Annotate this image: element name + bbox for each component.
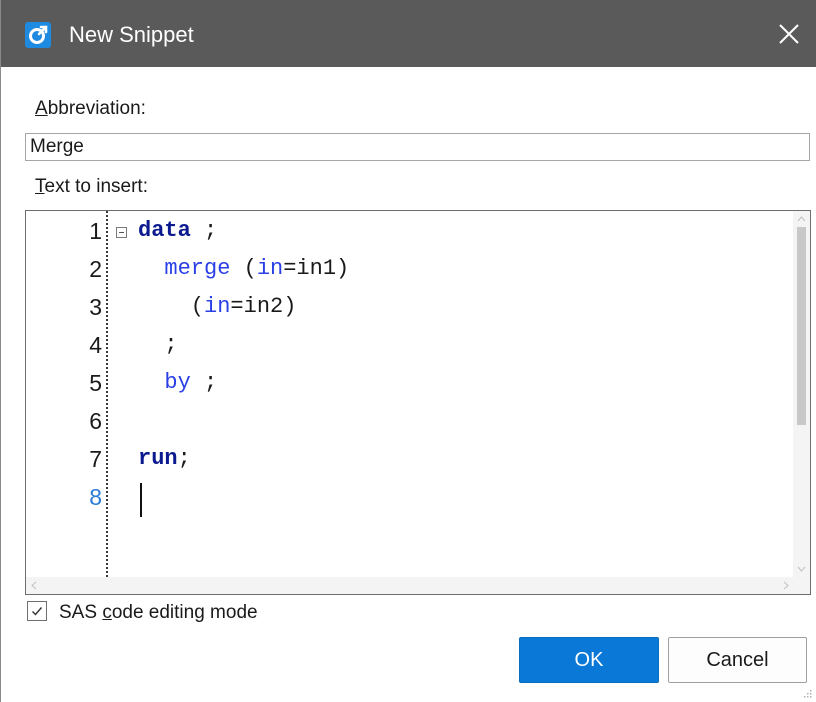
code-text: =in1) [283,256,350,281]
cancel-button[interactable]: Cancel [668,637,807,683]
code-line-1: data ; [138,213,217,249]
line-number-gutter: 1 2 3 4 5 6 7 8 [26,211,108,577]
line-number: 2 [89,256,102,282]
code-keyword: merge [164,256,231,281]
window-title: New Snippet [69,22,194,47]
new-snippet-dialog: New Snippet Abbreviation: Text to insert… [0,0,816,702]
title-bar[interactable]: New Snippet [1,0,816,67]
code-text: ( [138,294,205,319]
line-number: 4 [89,332,102,358]
text-to-insert-label: Text to insert: [35,176,148,197]
code-keyword: in [204,294,231,319]
code-editor[interactable]: 1 2 3 4 5 6 7 8 data ; merge (in=in1) (i… [25,210,811,595]
line-number: 7 [89,446,102,472]
code-line-7: run; [138,441,191,477]
code-line-4: ; [138,327,178,363]
code-text: =in2) [230,294,297,319]
line-number-active: 8 [89,484,102,510]
vertical-scroll-thumb[interactable] [797,227,806,425]
code-line-2: merge (in=in1) [138,251,349,287]
code-text: ; [190,370,218,395]
line-number: 6 [89,408,102,434]
scroll-right-icon[interactable] [778,577,794,594]
resize-grip-icon[interactable] [802,688,812,698]
code-keyword: data [138,218,191,243]
close-button[interactable] [761,0,816,67]
code-line-3: (in=in2) [138,289,297,325]
code-line-5: by ; [138,365,217,401]
text-caret [140,483,142,517]
code-text: ( [230,256,257,281]
code-text: ; [177,446,191,471]
line-number: 1 [89,218,102,244]
code-keyword: by [164,370,191,395]
vertical-scrollbar[interactable] [793,211,810,577]
sas-code-editing-label[interactable]: SAS code editing mode [59,602,258,624]
ok-button[interactable]: OK [519,637,659,683]
checkmark-icon [32,607,43,616]
code-text: ; [190,218,218,243]
scrollbar-corner [793,577,810,594]
code-text: ; [138,332,178,357]
horizontal-scrollbar[interactable] [26,577,794,594]
scroll-down-icon[interactable] [793,561,810,577]
scroll-up-icon[interactable] [793,211,810,227]
line-number: 3 [89,294,102,320]
close-icon [779,24,799,44]
abbreviation-input[interactable] [25,133,810,161]
line-number: 5 [89,370,102,396]
sas-logo-icon [25,22,51,48]
sas-code-editing-checkbox[interactable] [27,601,47,621]
abbreviation-label: Abbreviation: [35,98,146,119]
scroll-left-icon[interactable] [26,577,42,594]
collapse-block-icon[interactable] [116,227,127,238]
code-keyword: run [138,446,178,471]
code-keyword: in [256,256,284,281]
